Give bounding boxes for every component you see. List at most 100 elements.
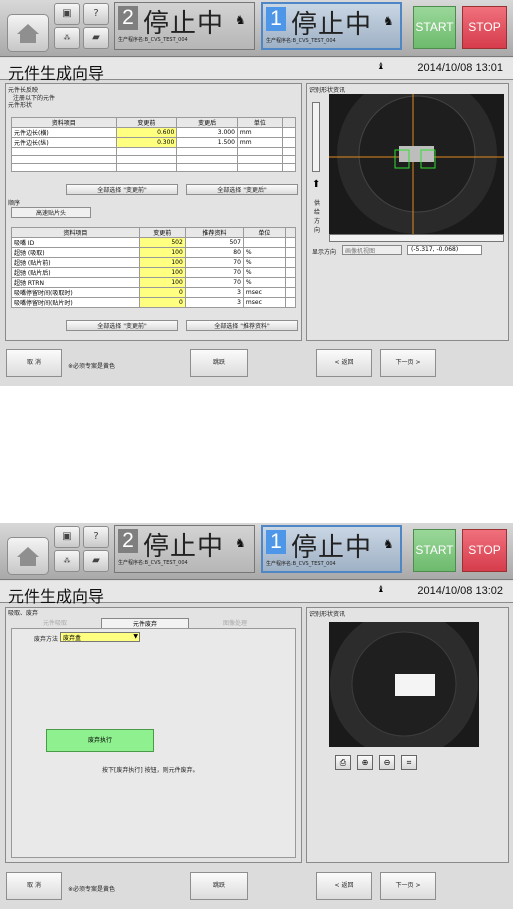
section-title: 吸取、废弃	[8, 610, 39, 617]
sequence-table: 资料项目 变更前 推荐资料 单位 吸嘴 ID 502 507 超驰 (吸取) 100 80% …	[11, 227, 297, 308]
operator-icon: ♞	[235, 13, 246, 27]
table-row[interactable]: 超驰 RTRN 100 70%	[11, 277, 297, 288]
table-row[interactable]: 吸嘴 ID 502 507	[11, 237, 297, 248]
skip-button[interactable]: 跳跃	[190, 349, 248, 377]
station-number: 1	[266, 7, 286, 31]
home-button[interactable]	[7, 14, 49, 52]
next-button[interactable]: 下一页 >	[380, 349, 436, 377]
required-note: ※必须专案是黄色	[68, 363, 116, 370]
column-header: 推荐资料	[184, 227, 244, 238]
home-button[interactable]	[7, 537, 49, 575]
operator-icon: ♞	[383, 537, 394, 551]
station-number: 2	[118, 6, 138, 30]
zoom-out-icon[interactable]: ⊖	[379, 755, 395, 770]
operator-icon: ♞	[235, 536, 246, 550]
recognition-panel: 识别形状资讯 ⎙ ⊕ ⊖ ⌗	[306, 607, 509, 863]
start-button[interactable]: START	[413, 6, 456, 49]
stop-button[interactable]: STOP	[462, 6, 507, 49]
camera-icon[interactable]: ▰	[83, 27, 109, 49]
image-save-icon[interactable]: ⎙	[335, 755, 351, 770]
tab-discard[interactable]: 元件废弃	[101, 618, 189, 628]
zoom-slider[interactable]	[312, 102, 320, 172]
program-name: 生产程序名:B_CVS_TEST_004	[118, 37, 188, 43]
station-1-status[interactable]: 1 停止中 生产程序名:B_CVS_TEST_004 ♞	[261, 525, 402, 573]
column-header: 变更前	[115, 117, 178, 128]
bottom-bar: 取 消 ※必须专案是黄色 跳跃 < 返回 下一页 >	[0, 867, 513, 907]
select-all-after-button[interactable]: 全部选择 "变更后"	[186, 184, 298, 195]
zoom-in-icon[interactable]: ⊕	[357, 755, 373, 770]
user-icon: ♝	[376, 585, 385, 595]
tab-pickup[interactable]: 元件吸取	[11, 618, 99, 628]
operator-icon: ♞	[383, 14, 394, 28]
tab-image-processing[interactable]: 图像处理	[191, 618, 279, 628]
discard-method-select[interactable]: 废弃盒 ▼	[60, 632, 140, 642]
fit-view-icon[interactable]: ⌗	[401, 755, 417, 770]
home-icon	[17, 24, 39, 43]
datetime: 2014/10/08 13:02	[417, 585, 503, 597]
bottom-bar: 取 消 ※必须专案是黄色 跳跃 < 返回 下一页 >	[0, 344, 513, 384]
table-row[interactable]: 超驰 (贴片后) 100 70%	[11, 267, 297, 278]
screen-1: ▣ ? ⁂ ▰ 2 停止中 生产程序名:B_CVS_TEST_004 ♞ 1 停…	[0, 0, 513, 386]
user-icon: ♝	[376, 62, 385, 72]
select-all-before-seq-button[interactable]: 全部选择 "变更前"	[66, 320, 178, 331]
tab-high-speed-head[interactable]: 高速贴片头	[11, 207, 91, 218]
next-button[interactable]: 下一页 >	[380, 872, 436, 900]
display-icon[interactable]: ▣	[54, 526, 80, 548]
back-button[interactable]: < 返回	[316, 872, 372, 900]
start-button[interactable]: START	[413, 529, 456, 572]
help-icon[interactable]: ?	[83, 3, 109, 25]
column-header: 资料项目	[11, 117, 117, 128]
select-all-before-button[interactable]: 全部选择 "变更前"	[66, 184, 178, 195]
network-icon[interactable]: ⁂	[54, 27, 80, 49]
home-icon	[17, 547, 39, 566]
camera-view[interactable]	[329, 622, 479, 747]
table-row[interactable]: 元件边长(横) 0.600 3.000 mm	[11, 127, 297, 138]
required-note: ※必须专案是黄色	[68, 886, 116, 893]
camera-icon[interactable]: ▰	[83, 550, 109, 572]
table-row[interactable]: 吸嘴停留时间(贴片时) 0 3 msec	[11, 297, 297, 308]
section-title: 识别形状资讯	[309, 87, 346, 94]
discard-hint: 按下[废弃执行] 按钮，则元件废弃。	[102, 767, 199, 774]
section-title: 顺序	[8, 200, 21, 207]
display-direction-label: 显示方向	[312, 249, 337, 256]
shape-table: 资料项目 变更前 变更后 单位 元件边长(横) 0.600 3.000 mm 元件边长(纵)…	[11, 117, 297, 172]
camera-view[interactable]	[329, 94, 504, 234]
top-bar: ▣ ? ⁂ ▰ 2 停止中 生产程序名:B_CVS_TEST_004 ♞ 1 停…	[0, 0, 513, 57]
station-2-status[interactable]: 2 停止中 生产程序名:B_CVS_TEST_004 ♞	[114, 2, 255, 50]
cancel-button[interactable]: 取 消	[6, 349, 62, 377]
table-row[interactable]: 吸嘴停留时间(吸取时) 0 3 msec	[11, 287, 297, 298]
station-status-text: 停止中	[143, 8, 225, 38]
column-header: 单位	[242, 227, 286, 238]
table-row[interactable]: 超驰 (贴片前) 100 70%	[11, 257, 297, 268]
top-bar: ▣ ? ⁂ ▰ 2 停止中 生产程序名:B_CVS_TEST_004 ♞ 1 停…	[0, 523, 513, 580]
title-band: 元件生成向导 ♝ 2014/10/08 13:02	[0, 581, 513, 606]
discard-execute-button[interactable]: 废弃执行	[46, 729, 154, 752]
recognition-panel: 识别形状资讯 ⬆ 供给方向 显示方向 画像机视图 (-5.317, -0.068…	[306, 83, 509, 341]
section-title: 元件形状	[8, 102, 33, 109]
wizard-left-panel: 元件长反映 注册以下的元件 元件形状 资料项目 变更前 变更后 单位 元件边长(横) 0…	[5, 83, 302, 341]
table-row[interactable]: 超驰 (吸取) 100 80%	[11, 247, 297, 258]
back-button[interactable]: < 返回	[316, 349, 372, 377]
section-title: 识别形状资讯	[309, 611, 346, 618]
tab-content: 废弃方法 废弃盒 ▼ 废弃执行 按下[废弃执行] 按钮，则元件废弃。	[11, 628, 296, 858]
chevron-down-icon: ▼	[133, 633, 138, 640]
arrow-up-icon: ⬆	[312, 179, 321, 190]
display-icon[interactable]: ▣	[54, 3, 80, 25]
feed-direction-label: 供给方向	[314, 200, 321, 234]
horizontal-scrollbar[interactable]	[329, 234, 504, 242]
station-status-text: 停止中	[291, 9, 373, 39]
table-row[interactable]: 元件边长(纵) 0.300 1.500 mm	[11, 137, 297, 148]
station-1-status[interactable]: 1 停止中 生产程序名:B_CVS_TEST_004 ♞	[261, 2, 402, 50]
network-icon[interactable]: ⁂	[54, 550, 80, 572]
display-direction-select[interactable]: 画像机视图	[342, 245, 402, 255]
page-title: 元件生成向导	[8, 587, 105, 606]
cancel-button[interactable]: 取 消	[6, 872, 62, 900]
select-all-recommended-button[interactable]: 全部选择 "推荐资料"	[186, 320, 298, 331]
program-name: 生产程序名:B_CVS_TEST_004	[266, 38, 336, 44]
help-icon[interactable]: ?	[83, 526, 109, 548]
coordinate-readout: (-5.317, -0.068)	[407, 245, 482, 255]
station-2-status[interactable]: 2 停止中 生产程序名:B_CVS_TEST_004 ♞	[114, 525, 255, 573]
stop-button[interactable]: STOP	[462, 529, 507, 572]
discard-panel: 吸取、废弃 元件吸取 元件废弃 图像处理 废弃方法 废弃盒 ▼ 废弃执行 按下[废…	[5, 607, 302, 863]
skip-button[interactable]: 跳跃	[190, 872, 248, 900]
